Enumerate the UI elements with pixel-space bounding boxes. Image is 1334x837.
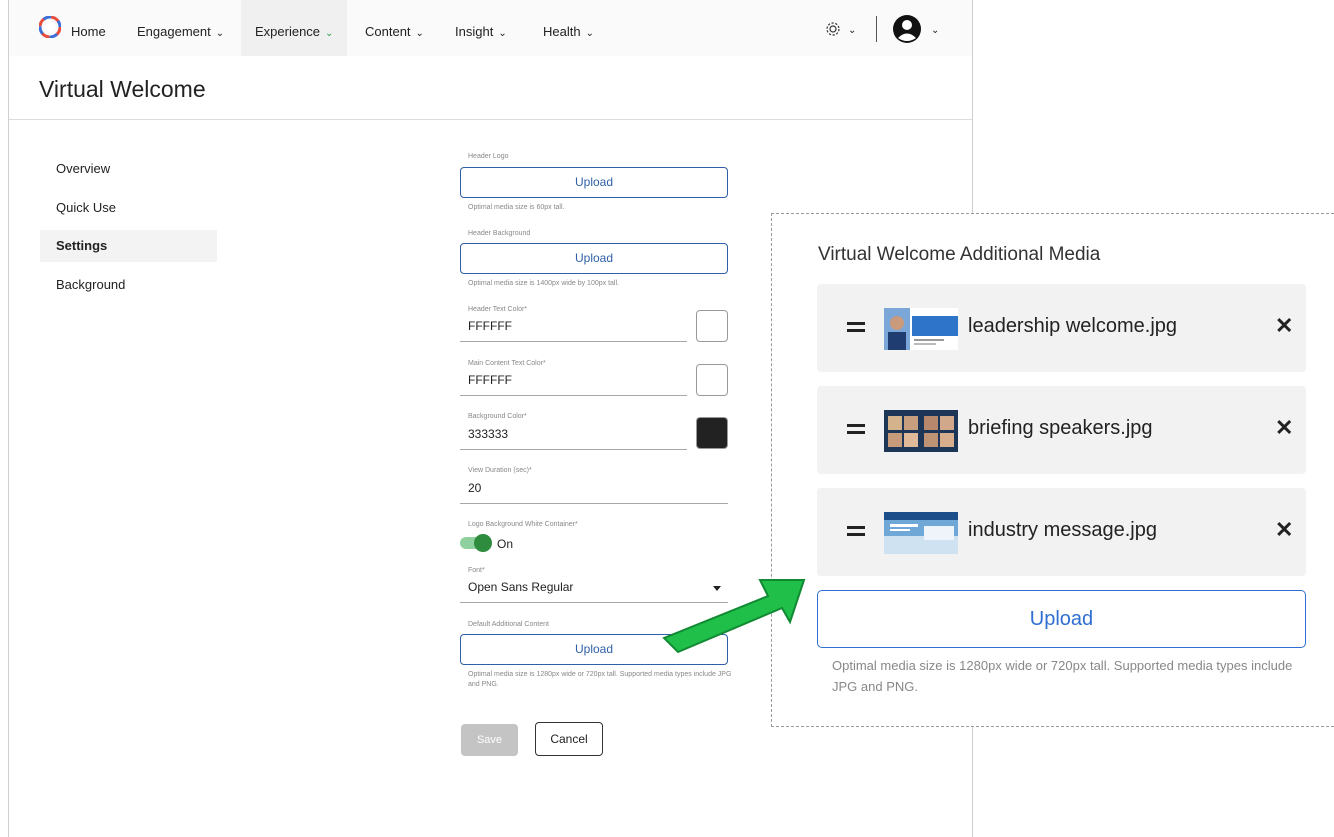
field-underline (460, 449, 687, 450)
nav-engagement[interactable]: Engagement ⌄ (137, 0, 224, 56)
header-text-color-input[interactable]: FFFFFF (468, 319, 512, 333)
additional-media-upload-button[interactable]: Upload (817, 590, 1306, 648)
font-select[interactable]: Open Sans Regular (468, 580, 573, 594)
field-underline (460, 341, 687, 342)
callout-arrow-icon (662, 579, 806, 654)
main-content-text-color-input[interactable]: FFFFFF (468, 373, 512, 387)
top-navigation: Home Engagement ⌄ Experience ⌄ Content ⌄ In… (9, 0, 972, 56)
nav-experience[interactable]: Experience ⌄ (241, 0, 348, 56)
chevron-down-icon: ⌄ (325, 28, 334, 39)
header-text-color-swatch[interactable] (696, 310, 728, 342)
default-additional-content-label: Default Additional Content (468, 621, 549, 628)
main-content-text-color-swatch[interactable] (696, 364, 728, 396)
media-thumbnail (884, 512, 958, 554)
divider (9, 119, 972, 120)
remove-icon[interactable]: ✕ (1275, 313, 1293, 339)
field-underline (460, 395, 687, 396)
header-logo-upload-button[interactable]: Upload (460, 167, 728, 198)
remove-icon[interactable]: ✕ (1275, 517, 1293, 543)
additional-media-hint: Optimal media size is 1280px wide or 720… (832, 658, 1293, 694)
sidebar-item-settings[interactable]: Settings (40, 230, 217, 262)
header-background-upload-button[interactable]: Upload (460, 243, 728, 274)
sidebar-item-quick-use[interactable]: Quick Use (40, 192, 217, 224)
background-color-input[interactable]: 333333 (468, 427, 508, 441)
nav-insight[interactable]: Insight ⌄ (455, 0, 507, 56)
nav-health[interactable]: Health ⌄ (543, 0, 594, 56)
header-logo-label: Header Logo (468, 153, 509, 160)
additional-media-title: Virtual Welcome Additional Media (818, 244, 1101, 265)
background-color-swatch[interactable] (696, 417, 728, 449)
field-underline (460, 503, 728, 504)
chevron-down-icon[interactable]: ⌄ (848, 25, 856, 36)
view-duration-label: View Duration (sec)* (468, 467, 532, 474)
chevron-down-icon: ⌄ (585, 28, 594, 39)
cancel-button[interactable]: Cancel (535, 722, 603, 756)
nav-content[interactable]: Content ⌄ (365, 0, 424, 56)
media-filename: industry message.jpg (968, 519, 1157, 541)
sidebar-item-background[interactable]: Background (40, 269, 217, 301)
chevron-down-icon: ⌄ (498, 28, 507, 39)
toggle-knob[interactable] (474, 534, 492, 552)
nav-home[interactable]: Home (71, 0, 106, 56)
background-color-label: Background Color* (468, 413, 527, 420)
chevron-down-icon[interactable]: ⌄ (931, 25, 939, 36)
header-background-label: Header Background (468, 230, 531, 237)
chevron-down-icon: ⌄ (415, 28, 424, 39)
chevron-down-icon: ⌄ (215, 28, 225, 39)
nav-divider (876, 16, 877, 42)
drag-handle-icon[interactable] (847, 322, 865, 325)
font-label: Font* (468, 567, 485, 574)
media-item[interactable]: leadership welcome.jpg ✕ (817, 284, 1306, 372)
gear-icon[interactable] (824, 20, 842, 38)
remove-icon[interactable]: ✕ (1275, 415, 1293, 441)
header-text-color-label: Header Text Color* (468, 306, 528, 313)
page-title: Virtual Welcome (39, 76, 206, 102)
header-logo-hint: Optimal media size is 60px tall. (468, 204, 565, 211)
default-additional-hint: Optimal media size is 1280px wide or 720… (468, 671, 732, 688)
brand-logo-icon[interactable] (39, 16, 61, 38)
save-button[interactable]: Save (461, 724, 518, 756)
media-thumbnail (884, 410, 958, 452)
media-filename: briefing speakers.jpg (968, 417, 1153, 439)
logo-background-label: Logo Background White Container* (468, 521, 578, 528)
drag-handle-icon[interactable] (847, 424, 865, 427)
view-duration-input[interactable]: 20 (468, 481, 481, 495)
media-item[interactable]: briefing speakers.jpg ✕ (817, 386, 1306, 474)
media-item[interactable]: industry message.jpg ✕ (817, 488, 1306, 576)
media-thumbnail (884, 308, 958, 350)
toggle-state-label: On (497, 537, 514, 551)
media-filename: leadership welcome.jpg (968, 315, 1178, 337)
sidebar-item-overview[interactable]: Overview (40, 153, 217, 185)
main-content-text-color-label: Main Content Text Color* (468, 360, 546, 367)
header-background-hint: Optimal media size is 1400px wide by 100… (468, 280, 619, 287)
drag-handle-icon[interactable] (847, 526, 865, 529)
user-avatar-icon[interactable] (892, 14, 922, 44)
